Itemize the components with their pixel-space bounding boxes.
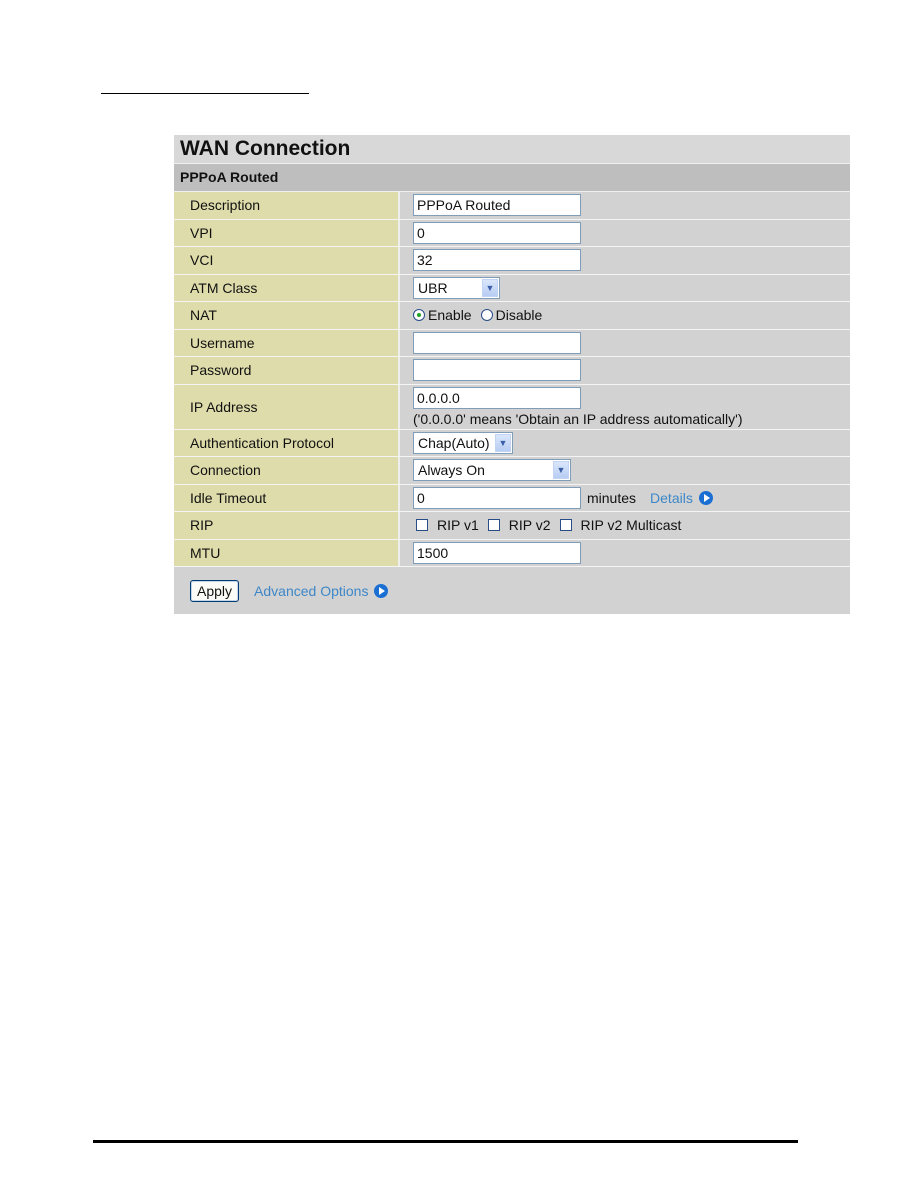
vci-label: VCI <box>174 247 400 274</box>
mtu-label: MTU <box>174 539 400 566</box>
rip-v2-label: RIP v2 <box>508 517 551 534</box>
row-atm-class: ATM Class UBR ▼ <box>174 274 850 302</box>
rip-v1-label: RIP v1 <box>437 517 479 534</box>
auth-protocol-label: Authentication Protocol <box>174 429 400 456</box>
username-input[interactable] <box>413 331 581 354</box>
row-rip: RIP RIP v1 RIP v2 RIP v2 Multicast <box>174 512 850 540</box>
nat-enable-label: Enable <box>428 307 472 324</box>
connection-select[interactable]: Always On ▼ <box>413 459 571 482</box>
wan-connection-panel: WAN Connection PPPoA Routed Description … <box>174 135 850 614</box>
arrow-right-circle-icon[interactable] <box>698 490 713 505</box>
rip-v2-option[interactable]: RIP v2 <box>487 517 551 534</box>
apply-button[interactable]: Apply <box>190 579 240 602</box>
checkbox-icon[interactable] <box>559 519 572 532</box>
vpi-label: VPI <box>174 219 400 246</box>
password-input[interactable] <box>413 359 581 382</box>
chevron-down-icon[interactable]: ▼ <box>495 433 511 452</box>
panel-footer: Apply Advanced Options <box>174 567 850 614</box>
mtu-input[interactable] <box>413 541 581 564</box>
row-nat: NAT Enable Disable <box>174 302 850 330</box>
row-vci: VCI <box>174 247 850 275</box>
row-auth-protocol: Authentication Protocol Chap(Auto) ▼ <box>174 429 850 457</box>
row-mtu: MTU <box>174 539 850 567</box>
atm-class-label: ATM Class <box>174 274 400 301</box>
bottom-rule <box>93 1140 798 1143</box>
chevron-down-icon[interactable]: ▼ <box>553 461 569 480</box>
ip-address-input[interactable] <box>413 386 581 409</box>
rip-v2-multicast-label: RIP v2 Multicast <box>580 517 682 534</box>
vci-input[interactable] <box>413 249 581 272</box>
nat-enable-option[interactable]: Enable <box>413 307 472 323</box>
atm-class-select[interactable]: UBR ▼ <box>413 276 500 299</box>
row-connection: Connection Always On ▼ <box>174 457 850 485</box>
nat-label: NAT <box>174 302 400 329</box>
details-link[interactable]: Details <box>650 490 693 506</box>
row-password: Password <box>174 357 850 385</box>
idle-timeout-label: Idle Timeout <box>174 484 400 511</box>
rip-v1-option[interactable]: RIP v1 <box>416 517 479 533</box>
username-label: Username <box>174 329 400 356</box>
nat-disable-label: Disable <box>495 307 543 324</box>
checkbox-icon[interactable] <box>487 519 500 532</box>
chevron-down-icon[interactable]: ▼ <box>482 278 498 297</box>
description-label: Description <box>174 192 400 219</box>
row-vpi: VPI <box>174 219 850 247</box>
row-description: Description <box>174 192 850 220</box>
checkbox-icon[interactable] <box>416 519 428 532</box>
auth-protocol-selected: Chap(Auto) <box>418 434 490 451</box>
panel-title: WAN Connection <box>174 135 850 164</box>
ip-address-hint: ('0.0.0.0' means 'Obtain an IP address a… <box>413 410 743 427</box>
rip-v2-multicast-option[interactable]: RIP v2 Multicast <box>559 517 682 534</box>
connection-label: Connection <box>174 457 400 484</box>
arrow-right-circle-icon[interactable] <box>374 583 389 598</box>
description-input[interactable] <box>413 194 581 217</box>
nat-disable-option[interactable]: Disable <box>480 307 543 324</box>
row-ip-address: IP Address ('0.0.0.0' means 'Obtain an I… <box>174 384 850 430</box>
radio-unchecked-icon[interactable] <box>480 309 493 322</box>
password-label: Password <box>174 357 400 384</box>
auth-protocol-select[interactable]: Chap(Auto) ▼ <box>413 431 513 454</box>
rip-label: RIP <box>174 512 400 539</box>
ip-address-label: IP Address <box>174 384 400 429</box>
row-idle-timeout: Idle Timeout minutes Details <box>174 484 850 512</box>
atm-class-selected: UBR <box>418 279 448 296</box>
connection-selected: Always On <box>418 462 485 479</box>
idle-timeout-input[interactable] <box>413 486 581 509</box>
radio-checked-icon[interactable] <box>413 309 425 322</box>
row-username: Username <box>174 329 850 357</box>
idle-timeout-unit: minutes <box>587 489 637 506</box>
top-rule <box>101 93 309 94</box>
vpi-input[interactable] <box>413 221 581 244</box>
advanced-options-link[interactable]: Advanced Options <box>254 583 368 599</box>
panel-subtitle: PPPoA Routed <box>174 164 850 192</box>
